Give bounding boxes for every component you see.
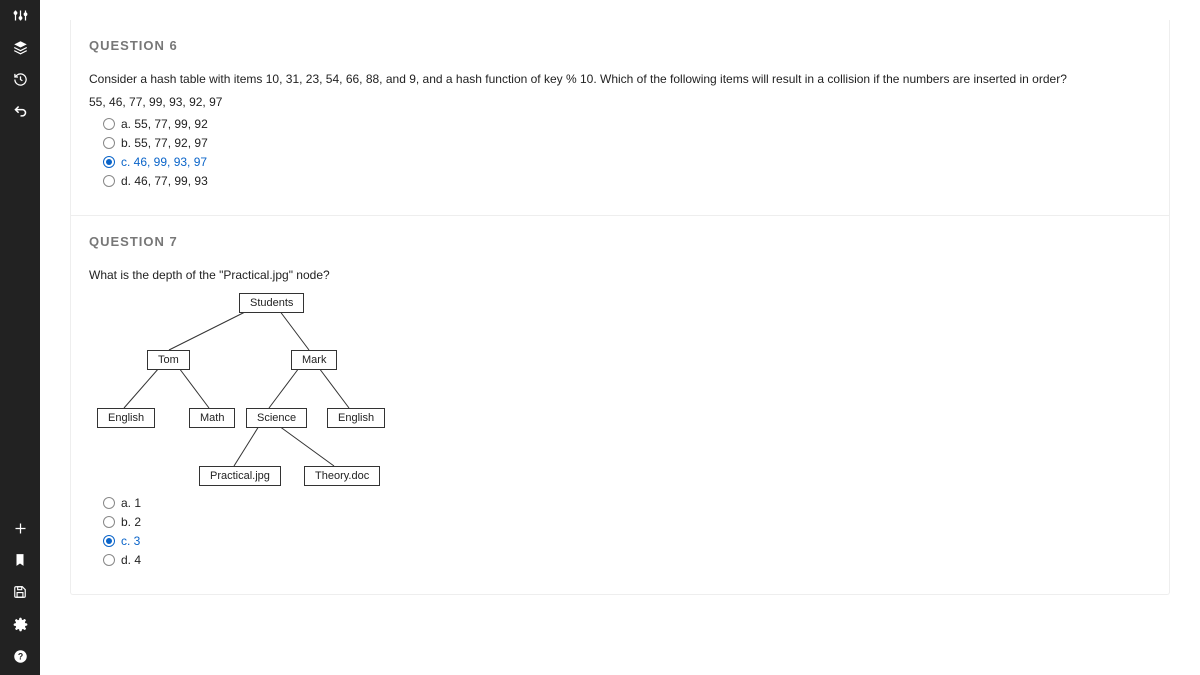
radio-button[interactable]	[103, 516, 115, 528]
option[interactable]: b. 2	[103, 515, 1151, 529]
option[interactable]: a. 1	[103, 496, 1151, 510]
stack-icon[interactable]	[11, 38, 29, 56]
save-icon[interactable]	[11, 583, 29, 601]
option[interactable]: d. 4	[103, 553, 1151, 567]
node-english: English	[327, 408, 385, 428]
option-label: b. 55, 77, 92, 97	[121, 136, 208, 150]
sliders-icon[interactable]	[11, 6, 29, 24]
node-students: Students	[239, 293, 304, 313]
history-icon[interactable]	[11, 70, 29, 88]
question-prompt: What is the depth of the "Practical.jpg"…	[89, 267, 1151, 284]
option[interactable]: d. 46, 77, 99, 93	[103, 174, 1151, 188]
radio-button[interactable]	[103, 156, 115, 168]
node-math: Math	[189, 408, 235, 428]
radio-button[interactable]	[103, 497, 115, 509]
question-heading: QUESTION 6	[89, 38, 1151, 53]
radio-button[interactable]	[103, 137, 115, 149]
option-label: a. 55, 77, 99, 92	[121, 117, 208, 131]
svg-text:?: ?	[17, 651, 22, 661]
node-practical: Practical.jpg	[199, 466, 281, 486]
option[interactable]: a. 55, 77, 99, 92	[103, 117, 1151, 131]
option-label: d. 4	[121, 553, 141, 567]
plus-icon[interactable]	[11, 519, 29, 537]
radio-button[interactable]	[103, 535, 115, 547]
question-prompt: Consider a hash table with items 10, 31,…	[89, 71, 1151, 88]
radio-button[interactable]	[103, 175, 115, 187]
option-label: c. 46, 99, 93, 97	[121, 155, 207, 169]
question-6: QUESTION 6 Consider a hash table with it…	[71, 20, 1169, 215]
tree-edges	[89, 291, 489, 491]
option[interactable]: c. 3	[103, 534, 1151, 548]
undo-icon[interactable]	[11, 102, 29, 120]
option-label: d. 46, 77, 99, 93	[121, 174, 208, 188]
radio-button[interactable]	[103, 118, 115, 130]
options-list: a. 55, 77, 99, 92 b. 55, 77, 92, 97 c. 46,…	[89, 117, 1151, 188]
option-label: b. 2	[121, 515, 141, 529]
main-content: QUESTION 6 Consider a hash table with it…	[50, 0, 1200, 595]
node-mark: Mark	[291, 350, 337, 370]
node-english: English	[97, 408, 155, 428]
sidebar: ?	[0, 0, 40, 675]
node-science: Science	[246, 408, 307, 428]
question-7: QUESTION 7 What is the depth of the "Pra…	[71, 215, 1169, 595]
settings-icon[interactable]	[11, 615, 29, 633]
bookmark-icon[interactable]	[11, 551, 29, 569]
question-card: QUESTION 6 Consider a hash table with it…	[70, 20, 1170, 595]
node-theory: Theory.doc	[304, 466, 380, 486]
option[interactable]: b. 55, 77, 92, 97	[103, 136, 1151, 150]
question-heading: QUESTION 7	[89, 234, 1151, 249]
option-label: c. 3	[121, 534, 140, 548]
help-icon[interactable]: ?	[11, 647, 29, 665]
question-subline: 55, 46, 77, 99, 93, 92, 97	[89, 94, 1151, 111]
node-tom: Tom	[147, 350, 190, 370]
radio-button[interactable]	[103, 554, 115, 566]
options-list: a. 1 b. 2 c. 3 d. 4	[89, 496, 1151, 567]
tree-diagram: Students Tom Mark English Math Science E…	[89, 291, 1151, 491]
option[interactable]: c. 46, 99, 93, 97	[103, 155, 1151, 169]
option-label: a. 1	[121, 496, 141, 510]
